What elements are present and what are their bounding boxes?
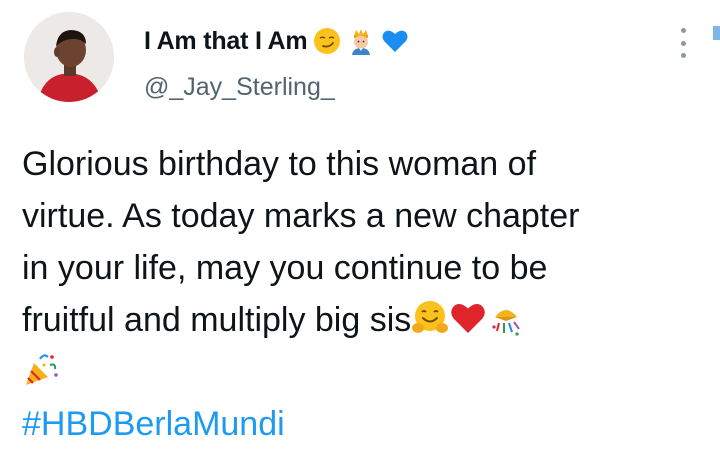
menu-dot (680, 28, 686, 33)
hugging-face-icon (411, 299, 449, 337)
tweet-card: I Am that I Am @_Jay_Sterling_ Glorious … (0, 0, 720, 462)
avatar[interactable] (24, 12, 114, 102)
tweet-line-text: fruitful and multiply big sis (22, 301, 412, 339)
smirk-face-icon (313, 27, 341, 55)
confetti-ball-icon (487, 299, 525, 337)
author-name-row: I Am that I Am (144, 24, 409, 58)
more-options-icon[interactable] (674, 28, 692, 58)
menu-dot (680, 40, 686, 46)
author-display-name[interactable]: I Am that I Am (144, 27, 308, 56)
tweet-line: in your life, may you continue to be (22, 249, 548, 287)
edge-indicator (713, 26, 720, 40)
author-handle[interactable]: @_Jay_Sterling_ (144, 73, 335, 102)
red-heart-icon (449, 299, 487, 337)
tweet-line-with-emojis: fruitful and multiply big sis (22, 294, 702, 346)
tweet-line-emoji (22, 346, 702, 398)
party-popper-icon (22, 351, 60, 389)
tweet-line: virtue. As today marks a new chapter (22, 197, 580, 235)
menu-dot (680, 53, 686, 58)
hashtag-link[interactable]: #HBDBerlaMundi (22, 398, 702, 450)
prince-icon (347, 27, 375, 55)
tweet-text: Glorious birthday to this woman of virtu… (22, 138, 702, 450)
tweet-line: Glorious birthday to this woman of (22, 145, 537, 183)
blue-heart-icon (381, 27, 409, 55)
